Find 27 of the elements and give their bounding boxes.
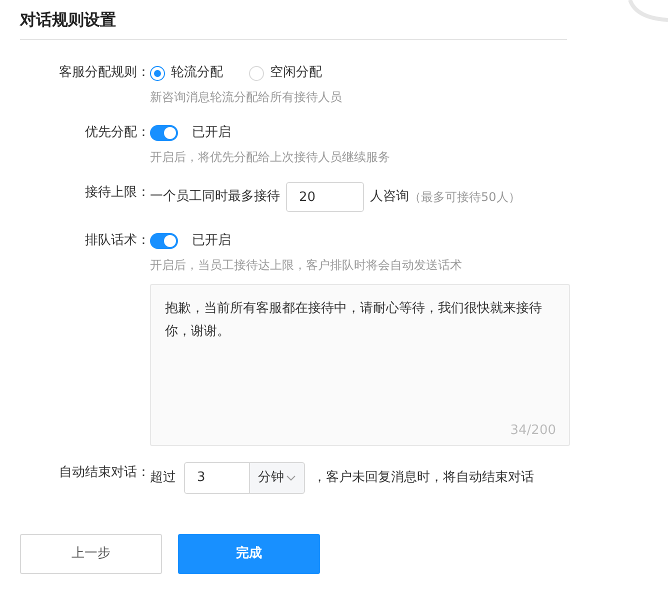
radio-option[interactable]: 轮流分配: [150, 63, 223, 83]
toggle-switch[interactable]: [150, 233, 178, 250]
field-label: 排队话术：: [84, 232, 150, 250]
status-text: 已开启: [192, 124, 231, 142]
toggle-switch[interactable]: [150, 125, 178, 142]
status-text: 已开启: [192, 232, 231, 250]
prefix-text: 一个员工同时最多接待: [150, 188, 280, 206]
suffix-text: ，客户未回复消息时，将自动结束对话: [313, 469, 534, 488]
hint-text: 开启后，当员工接待达上限，客户排队时将会自动发送话术: [150, 257, 463, 274]
hint-text: 开启后，将优先分配给上次接待人员继续服务: [150, 149, 391, 166]
field-label: 客服分配规则：: [58, 64, 150, 82]
field-label: 优先分配：: [84, 124, 150, 142]
ring-shape: [628, 0, 668, 22]
page-title: 对话规则设置: [20, 6, 567, 40]
number-field[interactable]: 20: [286, 182, 364, 212]
note-text: （最多可接待50人）: [409, 189, 520, 206]
char-counter: 34/200: [510, 422, 556, 440]
field-label: 接待上限：: [84, 184, 150, 202]
field-label: 自动结束对话：: [58, 464, 150, 482]
radio-option[interactable]: 空闲分配: [249, 63, 322, 83]
hint-text: 新咨询消息轮流分配给所有接待人员: [150, 89, 343, 106]
caret-icon: [286, 475, 296, 482]
number-field[interactable]: 3: [184, 462, 250, 494]
prefix-text: 超过: [150, 469, 176, 488]
unit-dropdown[interactable]: 分钟: [250, 462, 305, 494]
suffix-text: 人咨询: [370, 188, 409, 206]
back-button[interactable]: 上一步: [20, 534, 162, 574]
